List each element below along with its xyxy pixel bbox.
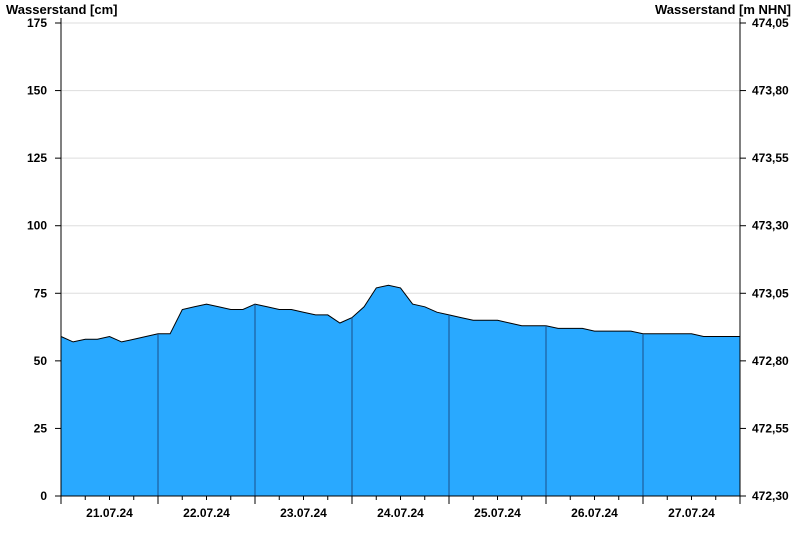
right-tick-label: 473,05	[752, 286, 789, 300]
x-tick-label: 24.07.24	[377, 506, 424, 520]
water-level-fill	[61, 285, 740, 496]
right-tick-label: 472,30	[752, 489, 789, 503]
x-tick-label: 21.07.24	[86, 506, 133, 520]
water-level-chart: 0255075100125150175 472,30472,55472,8047…	[27, 16, 789, 520]
right-tick-label: 473,55	[752, 151, 789, 165]
right-tick-label: 473,30	[752, 219, 789, 233]
x-axis-ticks: 21.07.24 22.07.24 23.07.24 24.07.24 25.07.24…	[60, 496, 741, 520]
left-tick-label: 0	[40, 489, 47, 503]
x-tick-label: 25.07.24	[474, 506, 521, 520]
x-tick-label: 23.07.24	[280, 506, 327, 520]
left-tick-label: 150	[27, 84, 47, 98]
left-tick-label: 50	[34, 354, 48, 368]
left-tick-label: 175	[27, 16, 47, 30]
left-tick-label: 125	[27, 151, 47, 165]
right-tick-label: 472,80	[752, 354, 789, 368]
left-axis-ticks: 0 25 50 75 100 125 150 175	[27, 16, 61, 503]
x-tick-label: 27.07.24	[668, 506, 715, 520]
x-tick-label: 22.07.24	[183, 506, 230, 520]
left-tick-label: 100	[27, 219, 47, 233]
right-tick-label: 472,55	[752, 421, 789, 435]
x-tick-label: 26.07.24	[571, 506, 618, 520]
water-level-area	[60, 284, 740, 496]
right-tick-label: 474,05	[752, 16, 789, 30]
left-tick-label: 25	[34, 421, 48, 435]
left-tick-label: 75	[34, 286, 48, 300]
right-axis-ticks: 472,30 472,55 472,80 473,05 473,30 473,55 473,…	[740, 16, 789, 503]
right-tick-label: 473,80	[752, 84, 789, 98]
